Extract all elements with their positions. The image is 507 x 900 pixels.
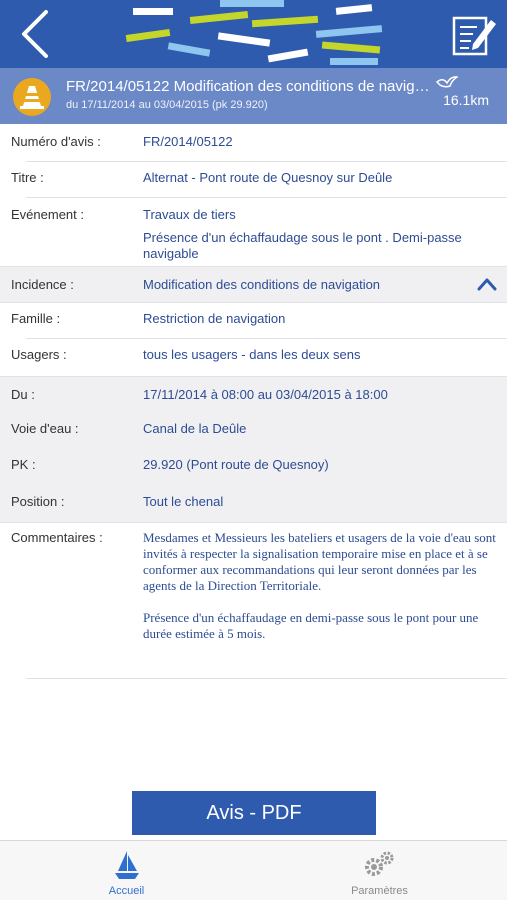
chevron-left-icon — [22, 10, 48, 58]
comment-paragraph: Mesdames et Messieurs les bateliers et u… — [143, 530, 496, 593]
banner-decoration — [217, 32, 271, 47]
numero-value: FR/2014/05122 — [143, 134, 233, 149]
tab-settings[interactable]: Paramètres — [253, 841, 506, 900]
banner-decoration — [125, 28, 171, 43]
banner-decoration — [267, 48, 309, 63]
famille-value: Restriction de navigation — [143, 311, 286, 326]
row-divider — [26, 338, 507, 339]
banner-decoration — [330, 58, 378, 65]
row-divider — [26, 161, 507, 162]
row-divider — [0, 376, 507, 377]
tab-home[interactable]: Accueil — [0, 841, 253, 900]
titre-label: Titre : — [11, 170, 44, 185]
row-divider — [0, 302, 507, 303]
voie-value: Canal de la Deûle — [143, 421, 247, 436]
sailboat-icon — [114, 851, 139, 879]
incidence-label: Incidence : — [11, 277, 74, 292]
banner-decoration — [335, 4, 373, 15]
swallow-icon — [436, 76, 458, 88]
banner-decoration — [189, 10, 249, 25]
tab-home-label: Accueil — [108, 885, 145, 897]
tab-bar: Accueil Paramètres — [0, 840, 507, 900]
gears-icon — [364, 851, 393, 876]
chevron-up-icon[interactable] — [477, 277, 497, 291]
row-divider — [26, 197, 507, 198]
banner-decoration — [315, 25, 383, 38]
du-value: 17/11/2014 à 08:00 au 03/04/2015 à 18:00 — [143, 387, 388, 402]
row-divider — [0, 266, 507, 267]
position-value: Tout le chenal — [143, 494, 224, 509]
notice-summary-bar — [0, 68, 507, 124]
notice-title: FR/2014/05122 Modification des condition… — [66, 78, 432, 95]
notice-badge — [13, 78, 51, 116]
numero-label: Numéro d'avis : — [11, 134, 101, 149]
banner-decoration — [321, 41, 381, 54]
position-label: Position : — [11, 494, 65, 509]
usagers-value: tous les usagers - dans les deux sens — [143, 347, 361, 362]
pk-value: 29.920 (Pont route de Quesnoy) — [143, 457, 329, 472]
pdf-button[interactable]: Avis - PDF — [132, 791, 376, 835]
tab-settings-label: Paramètres — [351, 885, 408, 897]
top-bar — [0, 0, 507, 68]
row-divider — [0, 522, 507, 523]
banner-decoration — [133, 8, 173, 15]
evenement-detail: Présence d'un échaffaudage sous le pont … — [143, 230, 462, 261]
pk-label: PK : — [11, 457, 36, 472]
distance-value: 16.1km — [443, 92, 489, 108]
back-button[interactable] — [14, 6, 64, 62]
evenement-label: Evénement : — [11, 207, 84, 222]
titre-value: Alternat - Pont route de Quesnoy sur Deû… — [143, 170, 393, 185]
famille-label: Famille : — [11, 311, 61, 326]
incidence-value: Modification des conditions de navigatio… — [143, 277, 381, 292]
du-label: Du : — [11, 387, 35, 402]
commentaires-label: Commentaires : — [11, 530, 103, 545]
evenement-value: Travaux de tiers — [143, 207, 236, 222]
usagers-label: Usagers : — [11, 347, 67, 362]
edit-note-button[interactable] — [451, 10, 499, 58]
banner-decoration — [167, 42, 211, 57]
banner-decoration — [251, 15, 319, 28]
traffic-cone-icon — [20, 86, 44, 109]
notice-dates: du 17/11/2014 au 03/04/2015 (pk 29.920) — [66, 99, 268, 111]
voie-label: Voie d'eau : — [11, 421, 79, 436]
banner-decoration — [220, 0, 284, 7]
note-edit-icon — [452, 16, 496, 56]
comment-paragraph: Présence d'un échaffaudage en demi-passe… — [143, 610, 479, 641]
row-divider — [26, 678, 507, 679]
